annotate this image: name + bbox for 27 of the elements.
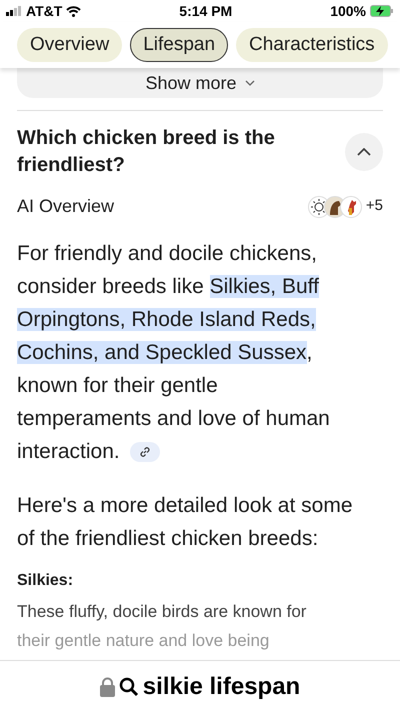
clock: 5:14 PM	[179, 2, 232, 20]
signal-icon	[6, 6, 22, 16]
carrier: AT&T	[26, 2, 62, 20]
link-icon	[138, 446, 151, 458]
tab[interactable]: Lifespan	[130, 28, 228, 62]
address-text: silkie lifespan	[142, 672, 300, 702]
intro-text: Here's a more detailed look at some of the friendliest chicken breeds:	[17, 493, 354, 552]
body-text: These fluffy, docile birds are known for	[17, 601, 308, 623]
search-icon	[118, 676, 139, 696]
wifi-icon	[66, 6, 82, 16]
lock-icon	[100, 676, 115, 696]
body-text: their gentle nature and love being	[17, 630, 270, 652]
source-count: +5	[366, 196, 383, 216]
collapse-button[interactable]	[345, 133, 383, 171]
tab[interactable]: Characteristics	[236, 28, 388, 62]
show-more-button[interactable]: Show more	[17, 68, 383, 98]
battery-charging-icon	[370, 5, 394, 17]
chevron-down-icon	[244, 80, 255, 86]
chevron-up-icon	[357, 148, 371, 156]
chicken-icon	[340, 196, 362, 218]
tab[interactable]: Overview	[17, 28, 122, 62]
question-title: Which chicken breed is the friendliest?	[17, 126, 276, 178]
battery-percent: 100%	[330, 2, 366, 20]
link-button[interactable]	[130, 442, 160, 462]
section-label: AI Overview	[17, 195, 114, 218]
subheading: Silkies:	[17, 571, 74, 591]
answer-text: For friendly and docile chickens, consider breeds like Silkies, Buff Orpingtons, Rhode Island Reds, Cochins, and Speckled Sussex, known for their gentle temperaments and love of human interaction.	[17, 241, 331, 465]
